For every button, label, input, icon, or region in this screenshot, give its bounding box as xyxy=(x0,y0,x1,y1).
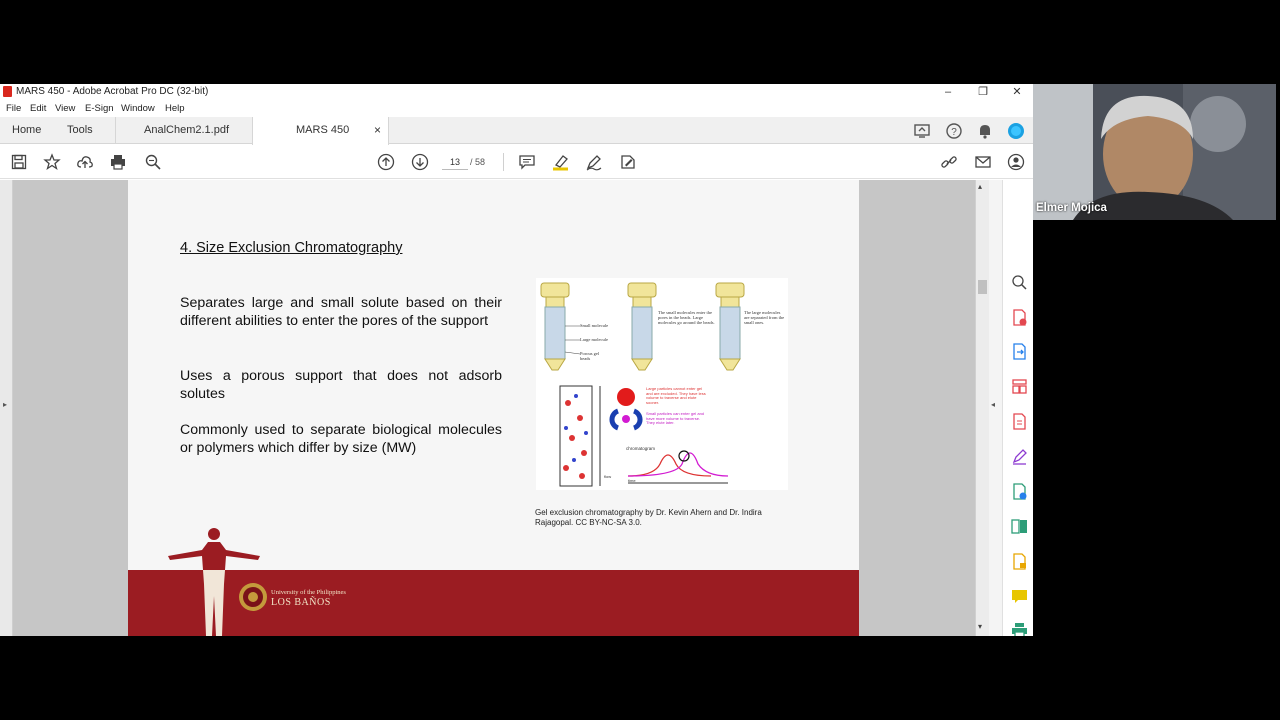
compare-files-icon[interactable] xyxy=(1011,518,1028,535)
protect-icon[interactable] xyxy=(1011,553,1028,570)
column-2 xyxy=(627,282,657,371)
slide-bullet-1: Separates large and small solute based o… xyxy=(180,295,502,329)
right-pane-collapse[interactable]: ◂ xyxy=(989,180,1002,636)
tab-close-icon[interactable]: × xyxy=(374,117,381,144)
page-number-input[interactable]: 13 xyxy=(442,155,468,170)
share-link-icon[interactable] xyxy=(940,153,958,171)
title-bar: MARS 450 - Adobe Acrobat Pro DC (32-bit)… xyxy=(0,84,1033,100)
svg-text:?: ? xyxy=(951,127,957,138)
menu-edit[interactable]: Edit xyxy=(30,103,46,114)
participant-video: Elmer Mojica xyxy=(1033,84,1276,220)
tab-analchem-label: AnalChem2.1.pdf xyxy=(144,124,229,136)
menu-help[interactable]: Help xyxy=(165,103,185,114)
tools-pane xyxy=(1002,180,1033,636)
share-screen-icon[interactable] xyxy=(913,122,931,140)
comment-tool-icon[interactable] xyxy=(1011,588,1028,605)
footer-university-name: University of the Philippines xyxy=(271,589,346,596)
scrollbar-thumb[interactable] xyxy=(978,280,987,294)
participant-video-frame xyxy=(1033,84,1276,220)
footer-campus-name: LOS BAÑOS xyxy=(271,597,331,608)
scroll-up-arrow-icon[interactable]: ▴ xyxy=(978,182,982,191)
tab-bar: Home Tools AnalChem2.1.pdf MARS 450 × ? xyxy=(0,117,1033,145)
close-button[interactable]: ✕ xyxy=(1000,84,1033,100)
send-for-signature-icon[interactable] xyxy=(1011,483,1028,500)
organize-pages-icon[interactable] xyxy=(1011,378,1028,395)
page-total: / 58 xyxy=(470,157,486,167)
sec-figure: Small molecule Large molecule Porous gel… xyxy=(536,278,788,490)
menu-file[interactable]: File xyxy=(6,103,21,114)
menu-bar: File Edit View E-Sign Window Help xyxy=(0,100,1033,117)
oblation-figure-logo xyxy=(168,528,260,636)
tab-tools[interactable]: Tools xyxy=(67,117,93,144)
figure-note-red: Large particles cannot enter gel and are… xyxy=(646,386,706,405)
figure-flow-label: flow xyxy=(604,474,612,479)
create-pdf-icon[interactable] xyxy=(1011,309,1028,326)
draw-pen-icon[interactable] xyxy=(585,153,603,171)
menu-window[interactable]: Window xyxy=(121,103,155,114)
export-pdf-icon[interactable] xyxy=(1011,343,1028,360)
figure-note-right: The large molecules are separated from t… xyxy=(744,310,785,325)
zoom-search-icon[interactable] xyxy=(144,153,162,171)
figure-chromatogram-label: chromatogram xyxy=(626,446,656,451)
print-production-icon[interactable] xyxy=(1011,622,1028,636)
acrobat-app-icon xyxy=(3,86,12,97)
video-panel-background xyxy=(1045,220,1280,636)
main-toolbar: 13 / 58 xyxy=(0,145,1033,179)
edit-pdf-icon[interactable] xyxy=(1011,413,1028,430)
slide-bullet-3: Commonly used to separate biological mol… xyxy=(180,422,502,456)
figure-time-label: time xyxy=(628,478,636,483)
upload-cloud-icon[interactable] xyxy=(76,153,94,171)
column-1 xyxy=(540,282,570,371)
acrobat-window: MARS 450 - Adobe Acrobat Pro DC (32-bit)… xyxy=(0,84,1033,636)
help-icon[interactable]: ? xyxy=(945,122,963,140)
fill-and-sign-icon[interactable] xyxy=(1011,448,1028,465)
notifications-bell-icon[interactable] xyxy=(976,122,994,140)
user-account-icon[interactable] xyxy=(1007,153,1025,171)
account-avatar-icon[interactable] xyxy=(1007,122,1025,140)
comment-icon[interactable] xyxy=(518,153,536,171)
menu-esign[interactable]: E-Sign xyxy=(85,103,114,114)
minimize-button[interactable]: – xyxy=(931,84,965,100)
slide-bullet-2: Uses a porous support that does not adso… xyxy=(180,368,502,402)
figure-note-pink: Small particles can enter gel and have m… xyxy=(646,411,705,426)
fill-sign-icon[interactable] xyxy=(619,153,637,171)
slide-title: 4. Size Exclusion Chromatography xyxy=(180,240,403,256)
toolbar-divider xyxy=(503,153,504,171)
screen: MARS 450 - Adobe Acrobat Pro DC (32-bit)… xyxy=(0,0,1280,720)
highlighter-icon[interactable] xyxy=(552,153,570,171)
figure-label-large: Large molecule xyxy=(580,337,609,342)
save-icon[interactable] xyxy=(10,153,28,171)
document-viewport[interactable]: ▸ 4. Size Exclusion Chromatography Separ… xyxy=(0,180,1002,636)
next-page-icon[interactable] xyxy=(411,153,429,171)
tab-mars450[interactable]: MARS 450 × xyxy=(252,117,389,145)
slide-page: 4. Size Exclusion Chromatography Separat… xyxy=(128,180,859,636)
email-icon[interactable] xyxy=(974,153,992,171)
tab-mars450-label: MARS 450 xyxy=(296,124,350,136)
vertical-scrollbar[interactable]: ▴ ▾ xyxy=(975,180,989,636)
restore-button[interactable]: ❐ xyxy=(966,84,1000,100)
column-3 xyxy=(715,282,745,371)
bookmark-star-icon[interactable] xyxy=(43,153,61,171)
menu-view[interactable]: View xyxy=(55,103,75,114)
collapse-right-arrow-icon[interactable]: ◂ xyxy=(991,400,995,409)
tab-home[interactable]: Home xyxy=(12,117,41,144)
tab-analchem[interactable]: AnalChem2.1.pdf xyxy=(115,117,252,144)
figure-note-mid: The small molecules enter the pores in t… xyxy=(658,310,715,325)
figure-label-small: Small molecule xyxy=(580,323,609,328)
window-title: MARS 450 - Adobe Acrobat Pro DC (32-bit) xyxy=(16,86,209,97)
figure-caption: Gel exclusion chromatography by Dr. Kevi… xyxy=(535,508,762,527)
participant-name: Elmer Mojica xyxy=(1036,202,1107,214)
figure-label-beads: Porous gel beads xyxy=(580,351,600,361)
print-icon[interactable] xyxy=(109,153,127,171)
zoom-tool-icon[interactable] xyxy=(1011,274,1028,291)
up-seal-logo xyxy=(239,583,267,611)
left-nav-collapsed[interactable]: ▸ xyxy=(0,180,13,636)
expand-left-arrow-icon[interactable]: ▸ xyxy=(3,400,7,409)
previous-page-icon[interactable] xyxy=(377,153,395,171)
scroll-down-arrow-icon[interactable]: ▾ xyxy=(978,622,982,631)
